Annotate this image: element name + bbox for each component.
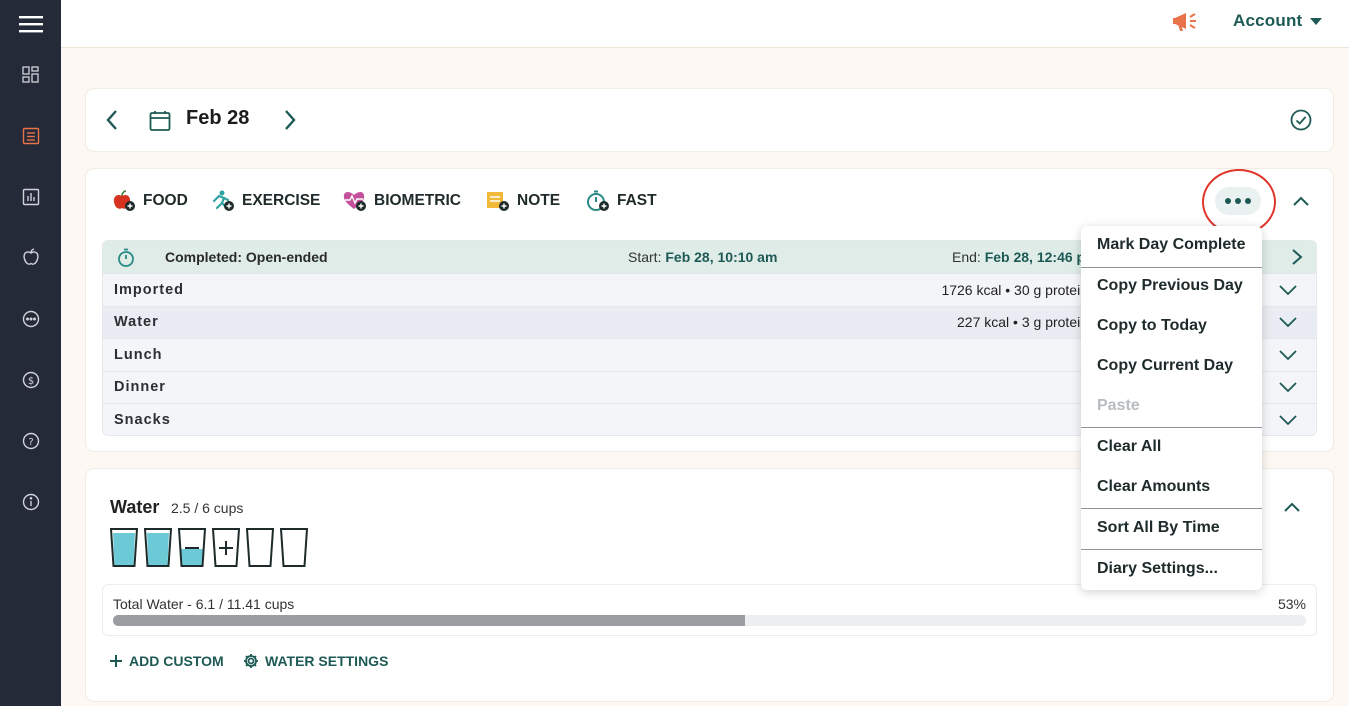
- water-cup[interactable]: [279, 527, 309, 568]
- menu-item-clear-all[interactable]: Clear All: [1097, 438, 1161, 456]
- more-options-button[interactable]: [1215, 187, 1261, 215]
- gear-icon: [244, 654, 258, 668]
- top-bar: Account: [61, 0, 1349, 48]
- fast-status: Completed: Open-ended: [165, 249, 328, 265]
- chevron-up-icon: [1284, 502, 1300, 512]
- menu-item-copy-previous-day[interactable]: Copy Previous Day: [1097, 277, 1243, 295]
- chevron-right-icon: [1292, 249, 1303, 265]
- menu-item-diary-settings[interactable]: Diary Settings...: [1097, 560, 1218, 578]
- add-food-label: FOOD: [143, 192, 188, 209]
- add-exercise-label: EXERCISE: [242, 192, 321, 209]
- chevron-down-icon: [1279, 350, 1297, 361]
- account-menu[interactable]: Account: [1233, 10, 1323, 32]
- menu-item-paste: Paste: [1097, 397, 1140, 414]
- meal-name: Imported: [114, 281, 185, 298]
- menu-item-mark-day-complete[interactable]: Mark Day Complete: [1097, 236, 1246, 254]
- add-note-label: NOTE: [517, 192, 561, 209]
- more-options-menu: Mark Day Complete Copy Previous Day Copy t…: [1081, 226, 1262, 590]
- next-day-button[interactable]: [280, 108, 300, 132]
- add-exercise-button[interactable]: EXERCISE: [210, 189, 320, 213]
- note-icon: [485, 189, 511, 213]
- water-cup[interactable]: [245, 527, 275, 568]
- water-cup[interactable]: [143, 527, 173, 568]
- chevron-down-icon: [1310, 17, 1323, 25]
- meal-summary: 1726 kcal • 30 g protein: [941, 281, 1088, 298]
- add-biometric-label: BIOMETRIC: [374, 192, 461, 209]
- calendar-icon[interactable]: [148, 109, 172, 133]
- diary-icon[interactable]: [0, 116, 61, 156]
- fast-start: Start: Feb 28, 10:10 am: [628, 249, 778, 265]
- total-water-box: Total Water - 6.1 / 11.41 cups 53%: [102, 584, 1317, 636]
- chevron-down-icon: [1279, 415, 1297, 426]
- chevron-left-icon: [106, 110, 117, 130]
- water-cup[interactable]: [211, 527, 241, 568]
- menu-item-copy-current-day[interactable]: Copy Current Day: [1097, 357, 1233, 375]
- svg-text:?: ?: [28, 437, 33, 448]
- menu-item-clear-amounts[interactable]: Clear Amounts: [1097, 478, 1210, 496]
- total-water-percent: 53%: [1277, 596, 1306, 612]
- water-cups: [109, 527, 309, 569]
- add-food-button[interactable]: FOOD: [111, 189, 188, 213]
- check-circle-icon: [1290, 109, 1312, 131]
- water-cup-count: 2.5 / 6 cups: [171, 500, 244, 516]
- meal-name: Snacks: [114, 412, 171, 429]
- stopwatch-icon: [585, 189, 611, 213]
- day-complete-button[interactable]: [1289, 108, 1313, 132]
- meal-name: Water: [114, 314, 159, 331]
- add-custom-water-button[interactable]: ADD CUSTOM: [109, 651, 224, 671]
- account-label: Account: [1233, 11, 1303, 30]
- svg-text:$: $: [27, 376, 33, 387]
- water-settings-button[interactable]: WATER SETTINGS: [243, 651, 388, 671]
- menu-separator: [1081, 549, 1262, 550]
- total-water-label: Total Water - 6.1 / 11.41 cups: [113, 596, 295, 612]
- help-icon[interactable]: ?: [0, 421, 61, 461]
- menu-separator: [1081, 267, 1262, 268]
- total-water-progress-bar: [113, 615, 1306, 626]
- menu-separator: [1081, 427, 1262, 428]
- plans-icon[interactable]: $: [0, 360, 61, 400]
- collapse-water-button[interactable]: [1279, 495, 1305, 519]
- collapse-diary-button[interactable]: [1288, 189, 1314, 213]
- date-navigator: Feb 28: [86, 89, 1333, 151]
- water-cup[interactable]: [177, 527, 207, 568]
- progress-fill: [113, 615, 746, 626]
- add-biometric-button[interactable]: BIOMETRIC: [342, 189, 461, 213]
- foods-icon[interactable]: [0, 237, 61, 277]
- add-note-button[interactable]: NOTE: [485, 189, 560, 213]
- sidebar: $ ?: [0, 0, 61, 706]
- meal-summary: 227 kcal • 3 g protein: [957, 314, 1088, 331]
- menu-icon[interactable]: [0, 4, 61, 44]
- meal-name: Dinner: [114, 379, 166, 396]
- chevron-down-icon: [1279, 382, 1297, 393]
- dashboard-icon[interactable]: [0, 55, 61, 95]
- chevron-down-icon: [1279, 285, 1297, 296]
- chevron-down-icon: [1279, 317, 1297, 328]
- info-icon[interactable]: [0, 482, 61, 522]
- trends-icon[interactable]: [0, 177, 61, 217]
- runner-icon: [210, 189, 236, 213]
- water-title: Water: [110, 497, 160, 517]
- heart-pulse-icon: [342, 189, 368, 213]
- meal-name: Lunch: [114, 346, 163, 363]
- fast-end: End: Feb 28, 12:46 pm: [952, 249, 1098, 265]
- megaphone-icon[interactable]: [1171, 8, 1201, 34]
- plus-icon: [110, 655, 122, 667]
- current-date[interactable]: Feb 28: [186, 107, 249, 130]
- water-cup[interactable]: [109, 527, 139, 568]
- menu-item-copy-to-today[interactable]: Copy to Today: [1097, 317, 1207, 335]
- add-fast-button[interactable]: FAST: [585, 189, 657, 213]
- apple-icon: [111, 189, 137, 213]
- menu-separator: [1081, 508, 1262, 509]
- stopwatch-icon: [118, 248, 134, 267]
- more-dots-icon: [1225, 198, 1231, 204]
- more-icon[interactable]: [0, 299, 61, 339]
- add-fast-label: FAST: [617, 192, 657, 209]
- add-custom-label: ADD CUSTOM: [129, 653, 224, 669]
- menu-item-sort-all-by-time[interactable]: Sort All By Time: [1097, 519, 1220, 537]
- previous-day-button[interactable]: [102, 108, 122, 132]
- chevron-right-icon: [285, 110, 296, 130]
- chevron-up-icon: [1293, 196, 1309, 206]
- water-settings-label: WATER SETTINGS: [265, 653, 389, 669]
